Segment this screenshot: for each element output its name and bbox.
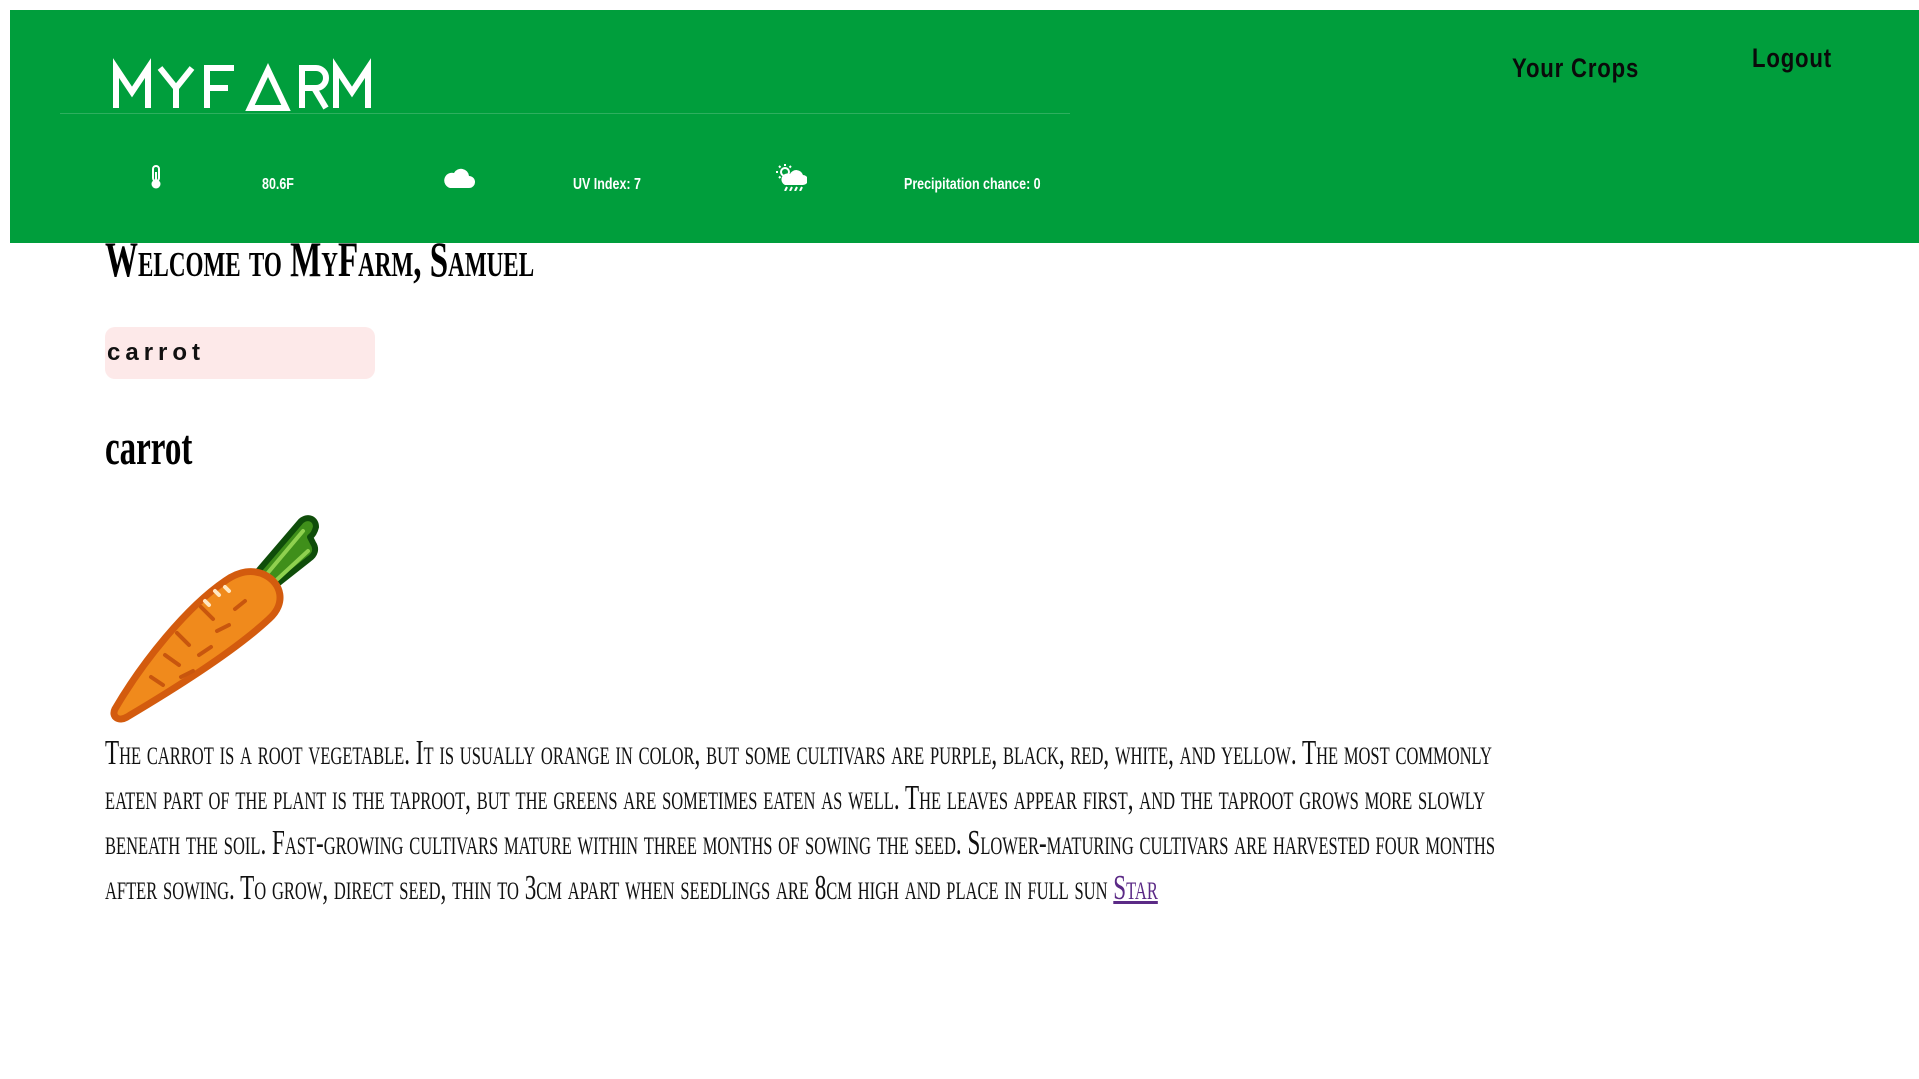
uv-index-value: UV Index: 7 (573, 176, 641, 193)
temperature-value: 80.6F (262, 176, 294, 193)
sun-rain-icon (774, 162, 808, 192)
carrot-icon (105, 505, 325, 725)
page: Your Crops Logout 80.6F UV Index: 7 Prec… (0, 0, 1919, 1079)
crop-description: The carrot is a root vegetable. It is us… (105, 730, 1524, 910)
crop-description-text: The carrot is a root vegetable. It is us… (105, 733, 1496, 907)
crop-title: carrot (105, 419, 193, 475)
cloud-icon (442, 166, 476, 190)
crop-search-input[interactable] (105, 327, 375, 379)
welcome-heading: Welcome to MyFarm, Samuel (105, 231, 535, 287)
your-crops-link[interactable]: Your Crops (1512, 53, 1639, 84)
logout-link[interactable]: Logout (1752, 43, 1832, 74)
thermometer-icon (146, 162, 166, 192)
myfarm-logo[interactable] (110, 58, 380, 128)
logo-divider (60, 113, 1070, 114)
precipitation-value: Precipitation chance: 0 (904, 176, 1041, 193)
header-bar: Your Crops Logout 80.6F UV Index: 7 Prec… (10, 10, 1919, 243)
logo-graphic (113, 58, 371, 111)
star-link[interactable]: Star (1113, 868, 1158, 907)
